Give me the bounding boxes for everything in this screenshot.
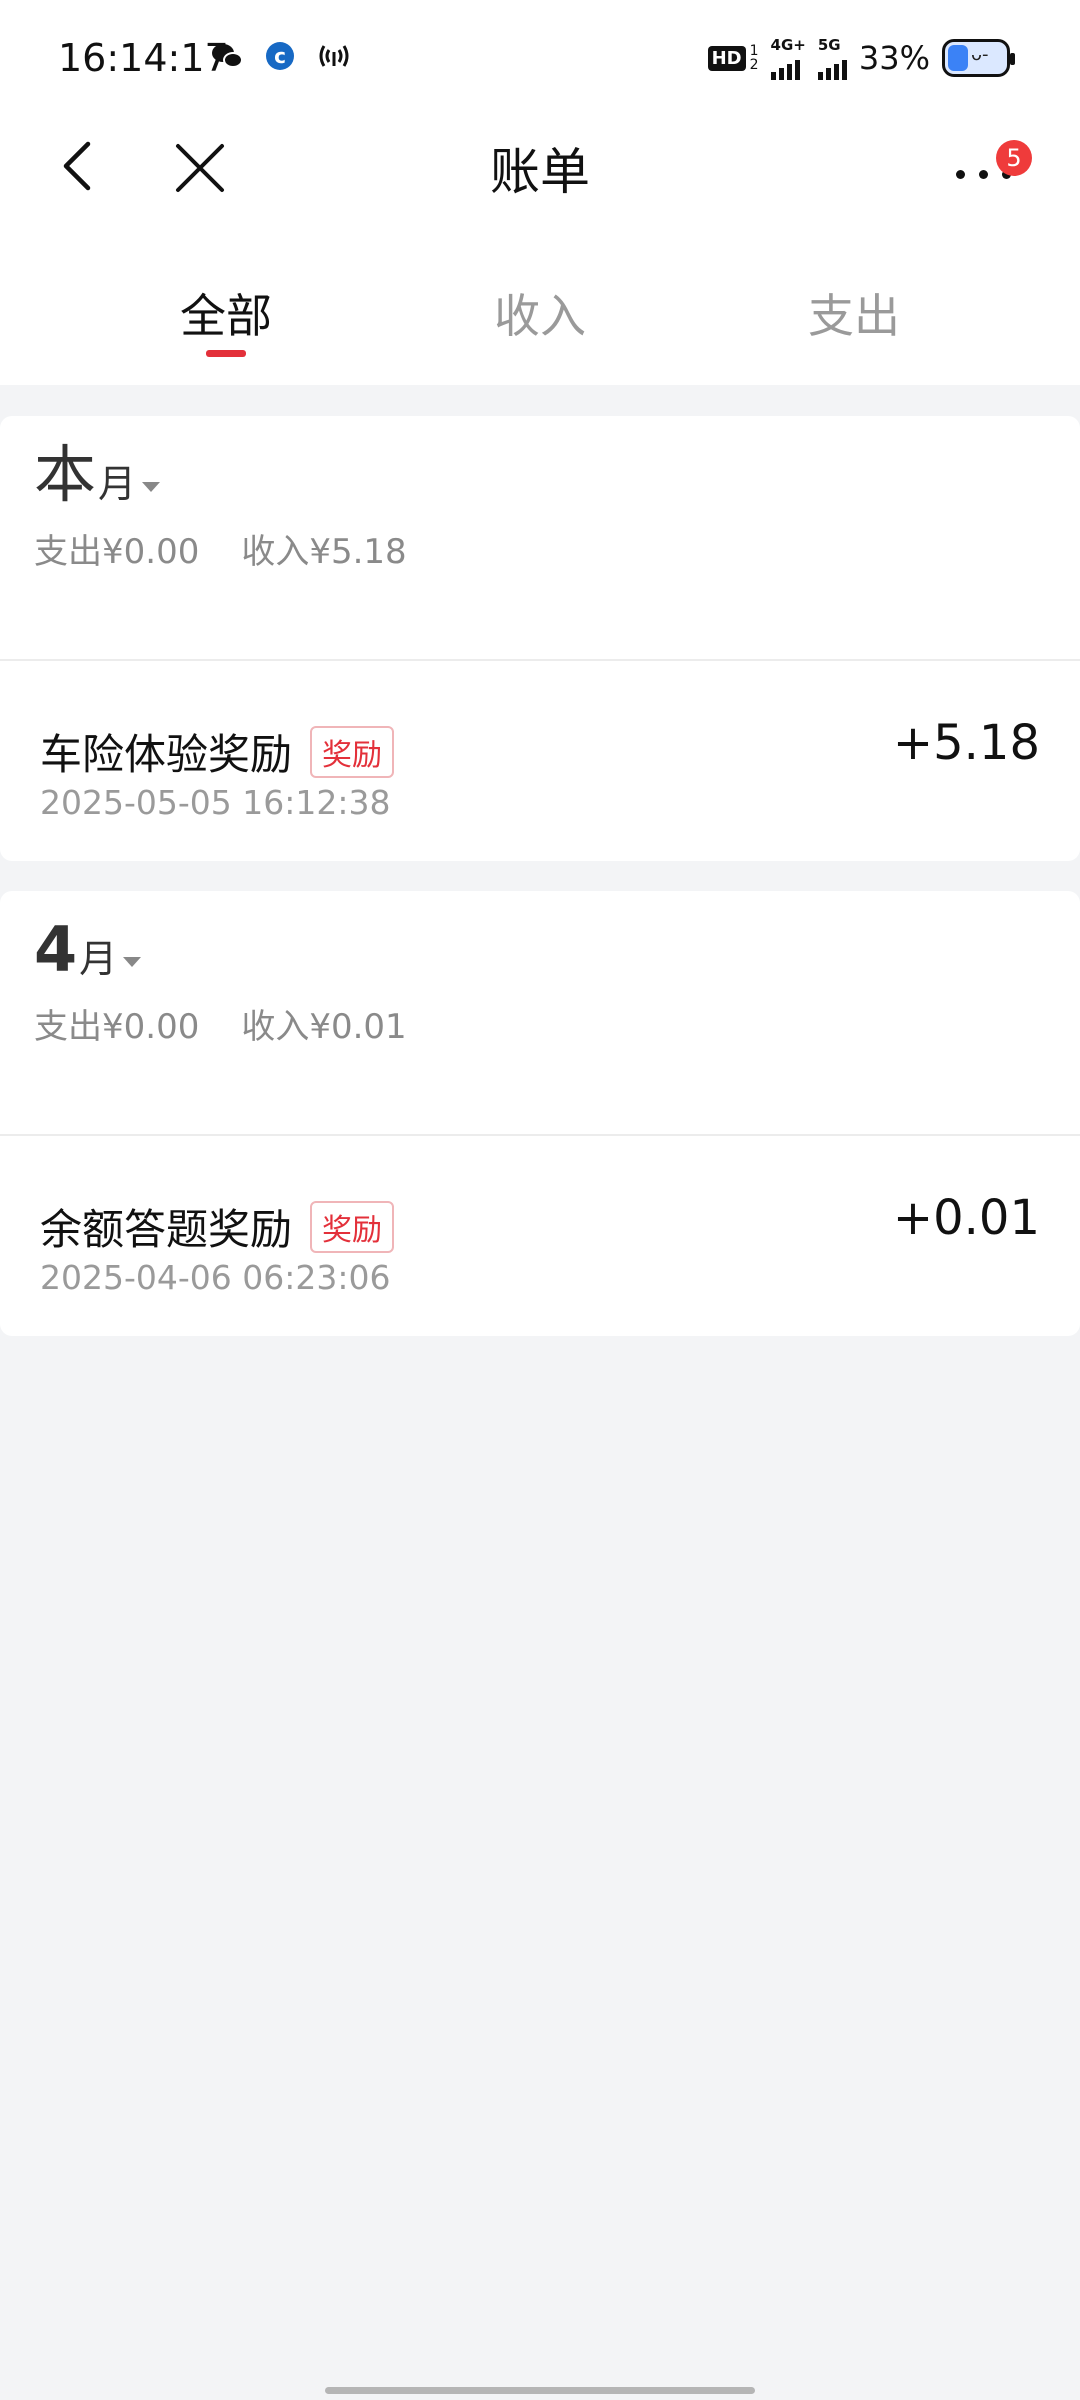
nav-header: 账单 5 (0, 116, 1080, 226)
battery-icon: ᴗ- (942, 39, 1015, 77)
income-total: 收入¥5.18 (241, 532, 407, 572)
caret-down-icon (142, 482, 161, 492)
status-app-icons: c (212, 40, 352, 72)
month-summary: 支出¥0.00 收入¥5.18 (34, 524, 407, 573)
app-c-icon: c (266, 42, 294, 70)
notification-badge: 5 (996, 140, 1032, 176)
transaction-row[interactable]: 余额答题奖励 奖励 2025-04-06 06:23:06 +0.01 (0, 1136, 1080, 1336)
reward-tag: 奖励 (310, 1200, 395, 1253)
month-label-big: 本 (34, 438, 97, 511)
more-button[interactable]: 5 (952, 140, 1032, 202)
active-tab-indicator (206, 350, 246, 357)
income-total: 收入¥0.01 (241, 1007, 407, 1047)
net-label-5g: 5G (817, 36, 841, 54)
transaction-amount: +0.01 (892, 1190, 1040, 1246)
battery-percent: 33% (858, 39, 930, 77)
hd-sim-index: 1 2 (750, 44, 759, 72)
expense-total: 支出¥0.00 (34, 1007, 200, 1047)
transaction-time: 2025-04-06 06:23:06 (40, 1258, 391, 1297)
tab-income[interactable]: 收入 (494, 280, 586, 346)
filter-tabs: 全部 收入 支出 (0, 270, 1080, 360)
month-label-small: 月 (98, 462, 137, 506)
home-indicator[interactable] (325, 2387, 755, 2394)
month-label-small: 月 (79, 937, 118, 981)
reward-tag: 奖励 (310, 725, 395, 778)
status-right: HD 1 2 4G+ 5G 33% ᴗ- (707, 36, 1015, 80)
signal-4g: 4G+ (770, 36, 806, 80)
tab-expense[interactable]: 支出 (808, 280, 900, 346)
transaction-amount: +5.18 (892, 715, 1040, 771)
top-area: 16:14:17 c HD 1 2 4G+ 5G 33% ᴗ- 账单 5 全部 … (0, 0, 1080, 385)
net-label-4g: 4G+ (770, 36, 806, 54)
transaction-title-line: 余额答题奖励 奖励 (40, 1196, 395, 1257)
month-selector[interactable]: 本 月 (34, 438, 161, 511)
expense-total: 支出¥0.00 (34, 532, 200, 572)
month-summary: 支出¥0.00 收入¥0.01 (34, 999, 407, 1048)
wechat-icon (212, 40, 244, 72)
tab-all[interactable]: 全部 (180, 280, 272, 346)
hd-icon: HD (707, 45, 746, 71)
month-label-big: 4 (34, 913, 78, 986)
page-title: 账单 (490, 143, 590, 201)
month-card: 4 月 支出¥0.00 收入¥0.01 余额答题奖励 奖励 2025-04-06… (0, 891, 1080, 1336)
transaction-title-line: 车险体验奖励 奖励 (40, 721, 395, 782)
status-time: 16:14:17 (58, 36, 229, 80)
signal-bars-icon (817, 54, 847, 80)
month-card: 本 月 支出¥0.00 收入¥5.18 车险体验奖励 奖励 2025-05-05… (0, 416, 1080, 861)
signal-bars-icon (770, 54, 800, 80)
caret-down-icon (123, 957, 142, 967)
transaction-title: 车险体验奖励 (40, 730, 293, 779)
transaction-row[interactable]: 车险体验奖励 奖励 2025-05-05 16:12:38 +5.18 (0, 661, 1080, 861)
hd-sub-top: 1 (749, 43, 759, 59)
month-selector[interactable]: 4 月 (34, 913, 142, 986)
hotspot-icon (319, 45, 349, 67)
hd-sub-bottom: 2 (749, 57, 759, 73)
signal-5g: 5G (817, 36, 847, 80)
transaction-title: 余额答题奖励 (40, 1205, 293, 1254)
status-bar: 16:14:17 c HD 1 2 4G+ 5G 33% ᴗ- (0, 0, 1080, 116)
transaction-time: 2025-05-05 16:12:38 (40, 783, 391, 822)
